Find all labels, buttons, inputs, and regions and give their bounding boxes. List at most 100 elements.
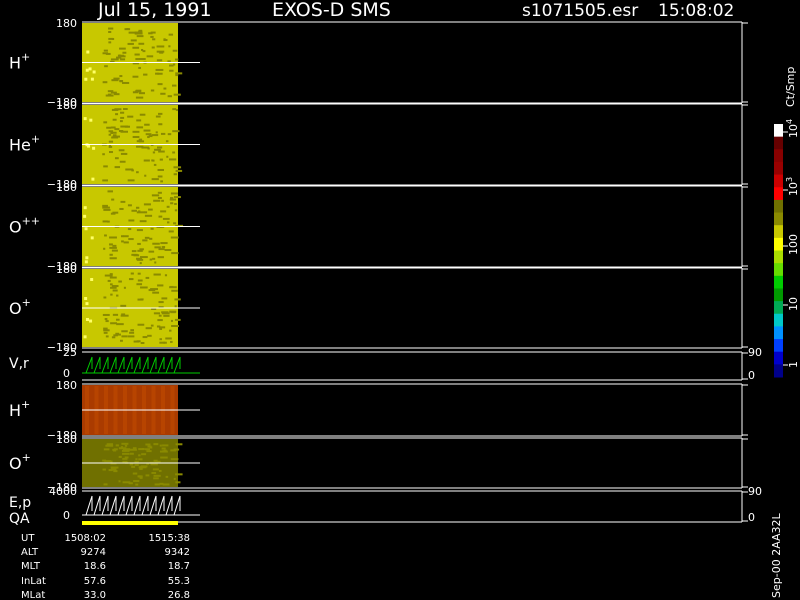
trace-sweep <box>93 356 101 374</box>
footer-row-value-end: 18.7 <box>168 561 190 572</box>
spectrogram-speckle <box>105 444 114 447</box>
colorbar-tick-label: 1 <box>787 361 800 368</box>
spectrogram-speckle <box>173 166 182 169</box>
trace-sweep <box>117 356 125 374</box>
spectrogram-speckle <box>159 450 168 453</box>
spectrogram-speckle <box>116 294 119 297</box>
spectrogram-speckle <box>160 456 168 459</box>
spectrogram-speckle <box>122 81 130 84</box>
spectrogram-speckle <box>102 81 108 84</box>
spectrogram-speckle <box>151 178 159 181</box>
spectrogram-speckle <box>127 335 135 338</box>
spectrogram-speckle <box>132 46 140 49</box>
spectrogram-speckle <box>160 242 168 245</box>
species-charge: + <box>31 133 40 146</box>
spectrogram-speckle <box>123 241 129 244</box>
spectrogram-speckle <box>137 249 143 252</box>
spectrogram-speckle <box>150 288 159 291</box>
spectrogram-speckle <box>173 63 176 66</box>
spectrogram-speckle <box>151 134 159 137</box>
spectrogram-speckle <box>120 55 126 58</box>
footer-row-value-start: 57.6 <box>84 576 106 587</box>
spectrogram-speckle <box>107 190 113 193</box>
spectrogram-speckle <box>156 59 163 62</box>
spectrogram-speckle <box>120 116 125 119</box>
spectrogram-speckle <box>152 38 156 41</box>
spectrogram-speckle <box>162 483 170 486</box>
spectrogram-speckle <box>157 196 162 199</box>
spectrogram-speckle <box>153 477 159 480</box>
colorbar-segment <box>774 263 783 277</box>
spectrogram-speckle <box>173 173 178 176</box>
footer-row-label: InLat <box>21 576 46 587</box>
colorbar-tick-label: 10 <box>787 297 800 311</box>
trace-sweep <box>149 495 157 516</box>
spectrogram-bright-pixel <box>88 67 92 71</box>
footer-row-value-end: 1515:38 <box>148 533 190 544</box>
spectrogram-speckle <box>134 463 139 466</box>
colorbar-segment <box>774 313 783 327</box>
spectrogram-speckle <box>129 463 134 466</box>
spectrogram-speckle <box>128 278 134 281</box>
spectrogram-bright-pixel <box>92 70 96 74</box>
spectrogram-bright-pixel <box>84 77 88 81</box>
trace-sweep <box>117 495 125 516</box>
spectrogram-speckle <box>158 123 163 126</box>
spectrogram-speckle <box>103 165 108 168</box>
spectrogram-speckle <box>135 483 139 486</box>
spectrogram-speckle <box>156 50 165 53</box>
spectrogram-speckle <box>161 246 166 249</box>
spectrogram-speckle <box>111 108 119 111</box>
trace-sweep <box>149 356 157 374</box>
spectrogram-speckle <box>122 51 127 54</box>
spectrogram-speckle <box>109 253 113 256</box>
spectrogram-speckle <box>111 285 119 288</box>
spectrogram-speckle <box>136 171 139 174</box>
spectrogram-speckle <box>109 246 117 249</box>
spectrogram-speckle <box>103 448 110 451</box>
spectrogram-speckle <box>103 208 111 211</box>
spectrogram-speckle <box>141 48 144 51</box>
spectrogram-speckle <box>172 49 178 52</box>
colorbar-segment <box>774 351 783 365</box>
spectrogram-speckle <box>123 235 129 238</box>
spectrogram-speckle <box>174 305 177 308</box>
spectrogram-speckle <box>104 234 107 237</box>
spectrogram-speckle <box>103 327 108 330</box>
spectrogram-speckle <box>140 298 144 301</box>
spectrogram-speckle <box>144 123 150 126</box>
spectrogram-speckle <box>146 55 154 58</box>
spectrogram-speckle <box>145 443 151 446</box>
spectrogram-speckle <box>133 480 140 483</box>
colorbar-segment <box>774 237 783 251</box>
spectrogram-speckle <box>113 93 120 96</box>
spectrogram-speckle <box>131 465 136 468</box>
spectrogram-speckle <box>156 146 163 149</box>
spectrogram-speckle <box>173 222 177 225</box>
spectrogram-speckle <box>149 237 153 240</box>
spectrogram-bright-pixel <box>91 177 95 181</box>
species-charge: + <box>22 296 31 309</box>
spectrogram-speckle <box>153 273 161 276</box>
spectrogram-speckle <box>108 37 114 40</box>
spectrogram-speckle <box>137 279 143 282</box>
spectrogram-speckle <box>102 220 108 223</box>
spectrogram-speckle <box>169 285 174 288</box>
spectrogram-bright-pixel <box>85 68 89 72</box>
colorbar-segment <box>774 174 783 188</box>
spectrogram-speckle <box>173 196 181 199</box>
colorbar-segment <box>774 161 783 176</box>
spectrogram-speckle <box>170 192 178 195</box>
panels-layer: 180−180H+180−180He+180−180O++180−180O+25… <box>9 17 762 527</box>
spectrogram-speckle <box>169 158 177 161</box>
colorbar: Ct/Smp 1 10 100 103 104 <box>774 67 800 378</box>
spectrogram-speckle <box>143 73 148 76</box>
spectrogram-speckle <box>152 291 160 294</box>
colorbar-segment <box>774 301 783 315</box>
species-charge: + <box>21 398 30 411</box>
trace-sweep <box>109 356 117 374</box>
spectrogram-speckle <box>138 58 146 61</box>
spectrogram-speckle <box>150 227 154 230</box>
spectrogram-speckle <box>102 179 109 182</box>
colorbar-tick-label: 104 <box>785 119 800 138</box>
